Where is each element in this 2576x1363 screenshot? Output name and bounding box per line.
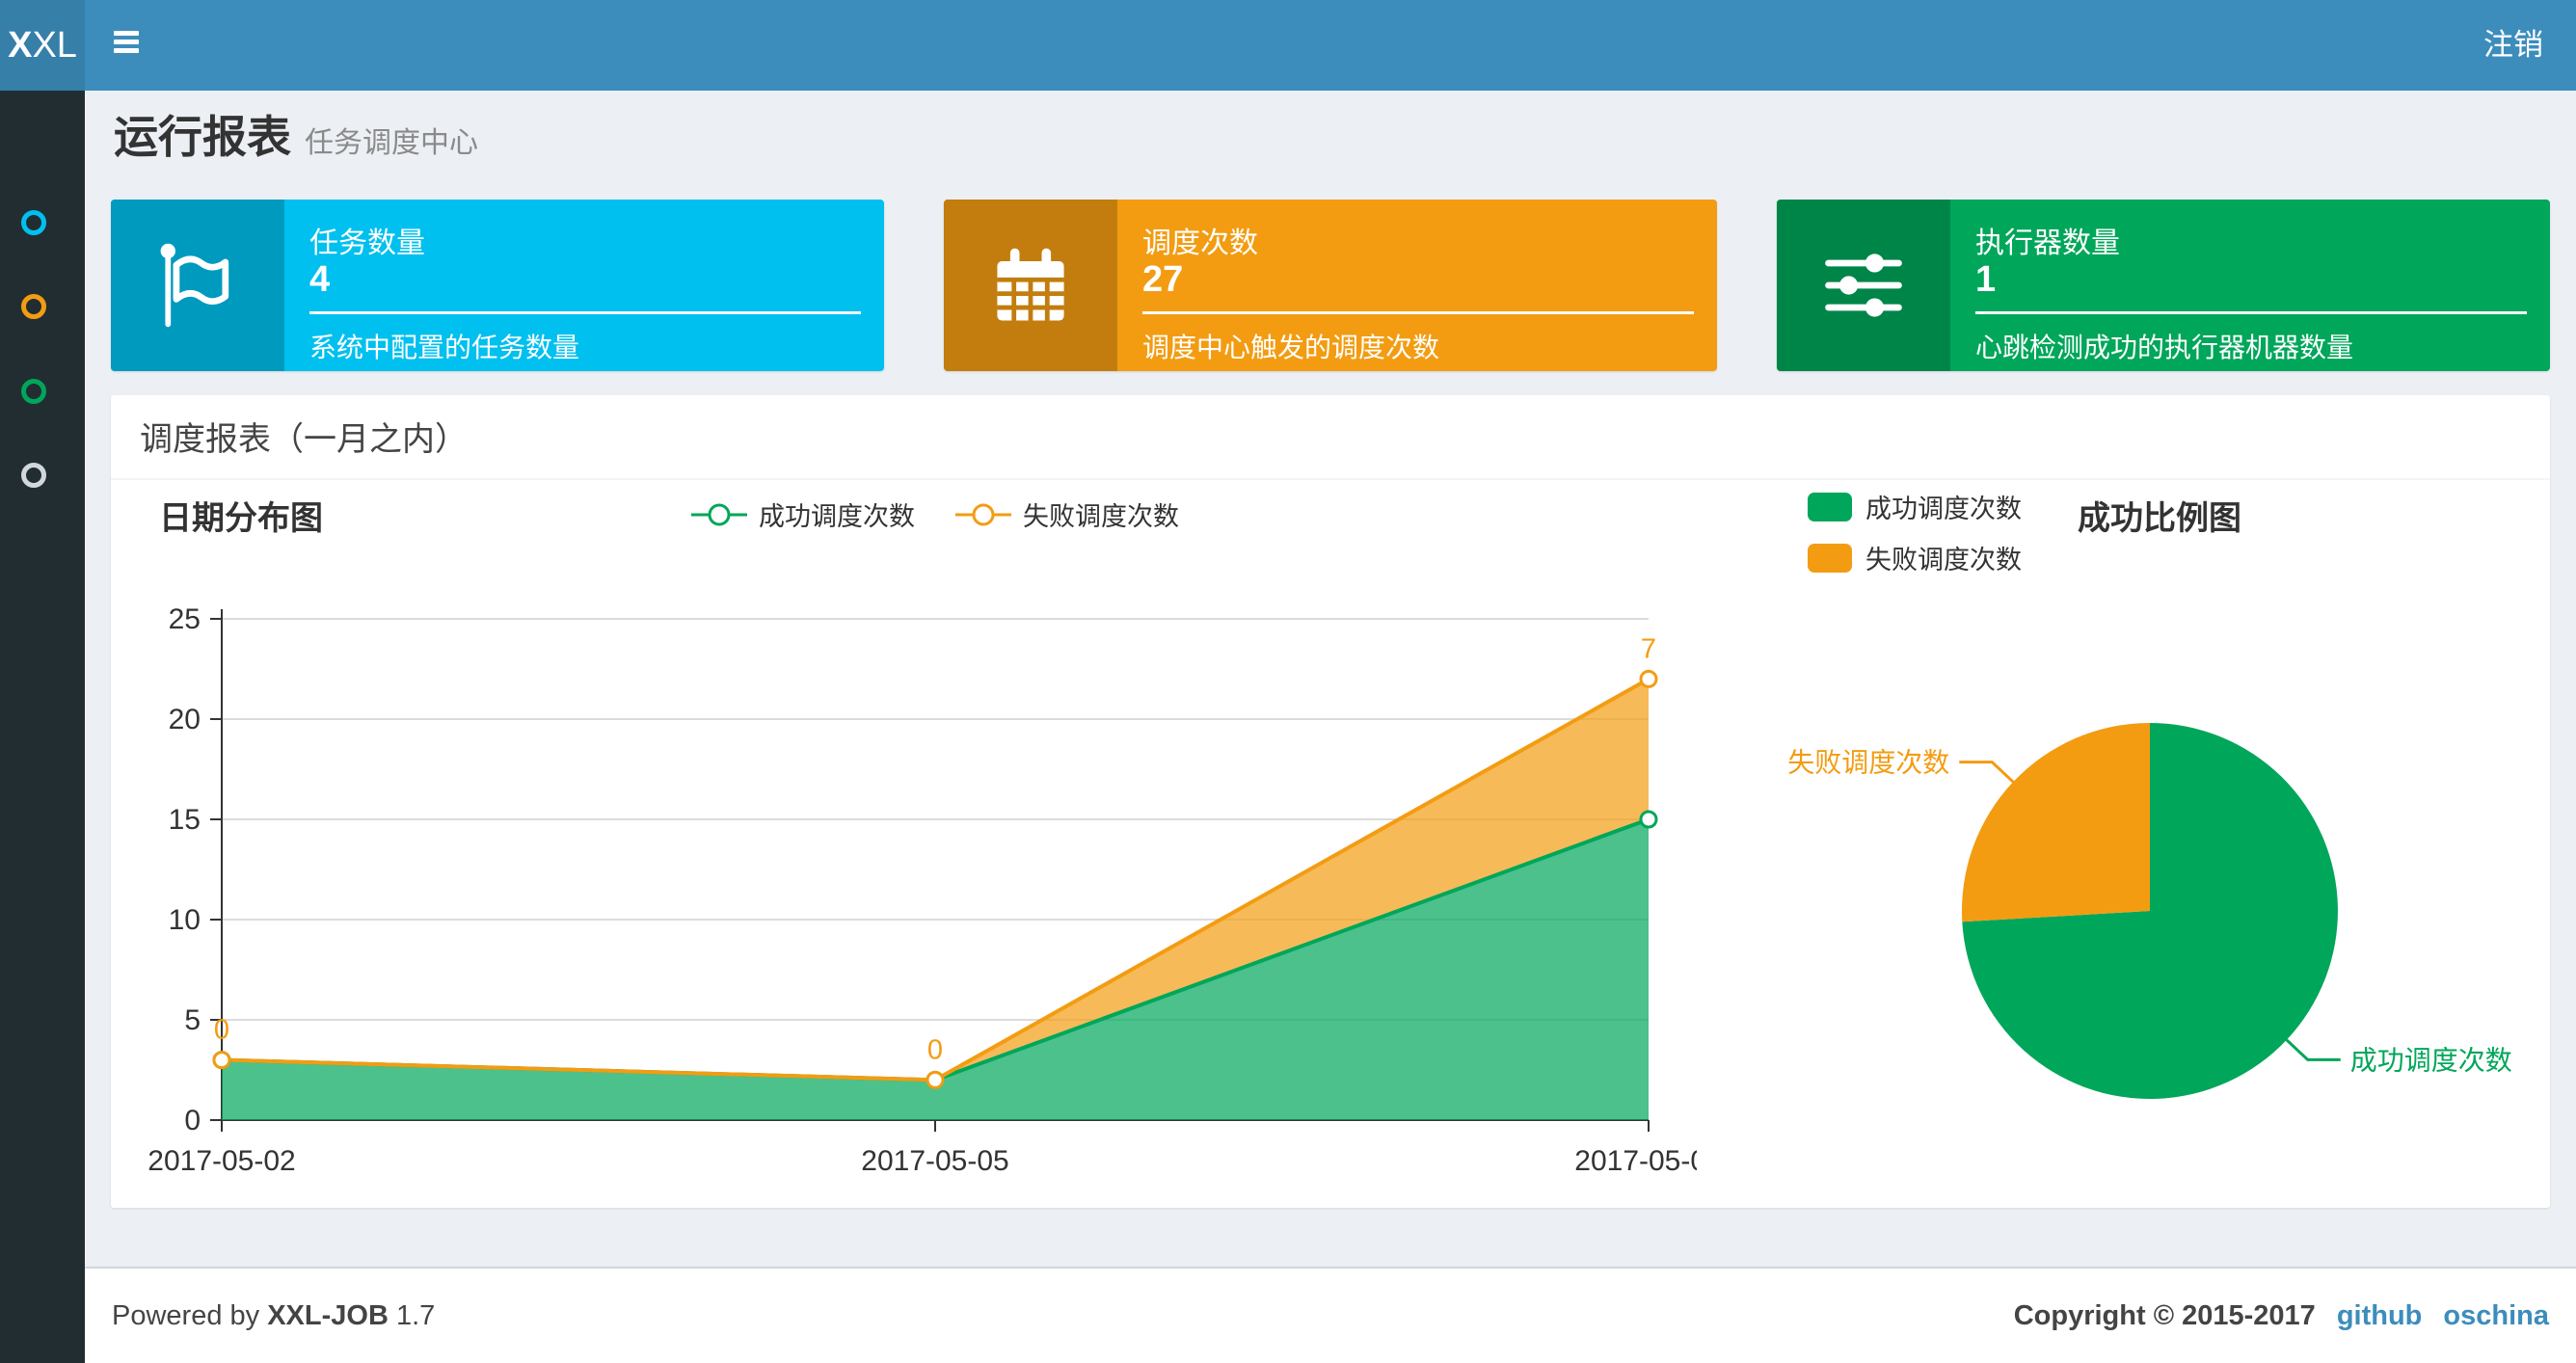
svg-text:成功调度次数: 成功调度次数 [2350,1045,2512,1075]
copyright-text: Copyright © 2015-2017 [2013,1300,2316,1331]
legend-label: 失败调度次数 [1023,502,1179,531]
top-navbar: X XL 注销 [0,0,2576,91]
svg-text:20: 20 [169,704,201,735]
logout-link[interactable]: 注销 [2483,0,2543,91]
page-header: 运行报表 任务调度中心 [114,102,478,166]
date-distribution-area-chart: 0 5 10 15 20 25 0 0 7 2017-05-02 2017-05-05 2017-05… [111,578,1722,1205]
svg-text:25: 25 [169,603,201,635]
divider [1142,311,1694,314]
legend-label: 成功调度次数 [759,502,915,531]
legend-item-fail[interactable]: 失败调度次数 [953,495,1179,533]
legend-line-marker-icon [691,503,747,525]
stat-box-job-count: 任务数量 4 系统中配置的任务数量 [111,200,884,371]
stat-value: 27 [1142,259,1184,300]
legend-item-fail[interactable]: 失败调度次数 [1808,539,2022,576]
page-title: 运行报表 [114,112,291,162]
github-link[interactable]: github [2337,1300,2423,1331]
footer: Powered by XXL-JOB 1.7 Copyright © 2015-… [85,1267,2576,1363]
menu-icon[interactable] [114,31,141,60]
stat-label: 执行器数量 [1975,227,2120,259]
legend-item-success[interactable]: 成功调度次数 [689,495,915,533]
svg-text:10: 10 [169,904,201,936]
svg-text:7: 7 [1641,633,1656,664]
svg-text:2017-05-05: 2017-05-05 [861,1145,1008,1177]
schedule-report-panel: 调度报表（一月之内） 日期分布图 成功调度次数 失败调度次数 成功调度次数 失败… [111,395,2550,1208]
sidebar-item-4-circle-o-icon[interactable] [21,463,46,488]
logo-text-bold: X [8,24,33,66]
product-name: XXL-JOB [267,1300,389,1331]
success-ratio-pie-chart: 成功调度次数 失败调度次数 [1697,578,2550,1205]
stat-box-executor-count: 执行器数量 1 心跳检测成功的执行器机器数量 [1777,200,2550,371]
product-version: 1.7 [388,1300,436,1331]
powered-by: Powered by XXL-JOB 1.7 [112,1269,435,1363]
oschina-link[interactable]: oschina [2443,1300,2549,1331]
stat-value: 1 [1975,259,1997,300]
stat-label: 调度次数 [1142,227,1258,259]
calendar-icon [944,200,1117,371]
stat-label: 任务数量 [309,227,425,259]
legend-label: 失败调度次数 [1865,546,2022,575]
legend-swatch-icon [1808,492,1852,521]
svg-text:0: 0 [184,1105,201,1136]
stat-description: 系统中配置的任务数量 [309,333,580,362]
svg-text:15: 15 [169,804,201,836]
panel-title: 调度报表（一月之内） [111,395,2550,480]
sidebar-item-3-circle-o-icon[interactable] [21,379,46,404]
sidebar-item-2-circle-o-icon[interactable] [21,294,46,319]
sidebar [0,91,85,1363]
xxl-job-dashboard: X XL 注销 运行报表 任务调度中心 任务数量 4 系统中配置的任务数量 调度… [0,0,2576,1363]
sidebar-item-1-circle-o-icon[interactable] [21,210,46,235]
divider [309,311,861,314]
line-chart-legend: 成功调度次数 失败调度次数 [689,495,1179,533]
svg-text:5: 5 [184,1004,201,1036]
stat-box-trigger-count: 调度次数 27 调度中心触发的调度次数 [944,200,1717,371]
line-chart-title: 日期分布图 [159,500,323,537]
flag-icon [111,200,284,371]
pie-chart-title: 成功比例图 [2078,500,2241,537]
legend-swatch-icon [1808,543,1852,573]
powered-prefix: Powered by [112,1300,268,1331]
stat-description: 调度中心触发的调度次数 [1142,333,1440,362]
svg-text:2017-05-08: 2017-05-08 [1574,1145,1697,1177]
pie-chart-legend: 成功调度次数 失败调度次数 [1808,488,2022,590]
logo-text: XL [32,24,77,66]
svg-text:失败调度次数: 失败调度次数 [1787,748,1949,778]
legend-line-marker-icon [955,503,1011,525]
stat-description: 心跳检测成功的执行器机器数量 [1975,333,2354,362]
divider [1975,311,2527,314]
svg-text:0: 0 [214,1015,229,1046]
legend-item-success[interactable]: 成功调度次数 [1808,488,2022,525]
stat-value: 4 [309,259,331,300]
svg-text:0: 0 [927,1034,943,1065]
page-subtitle: 任务调度中心 [305,127,478,159]
copyright: Copyright © 2015-2017 github oschina [2014,1269,2549,1363]
legend-label: 成功调度次数 [1865,494,2022,523]
svg-text:2017-05-02: 2017-05-02 [148,1145,295,1177]
app-logo[interactable]: X XL [0,0,85,91]
sliders-icon [1777,200,1950,371]
